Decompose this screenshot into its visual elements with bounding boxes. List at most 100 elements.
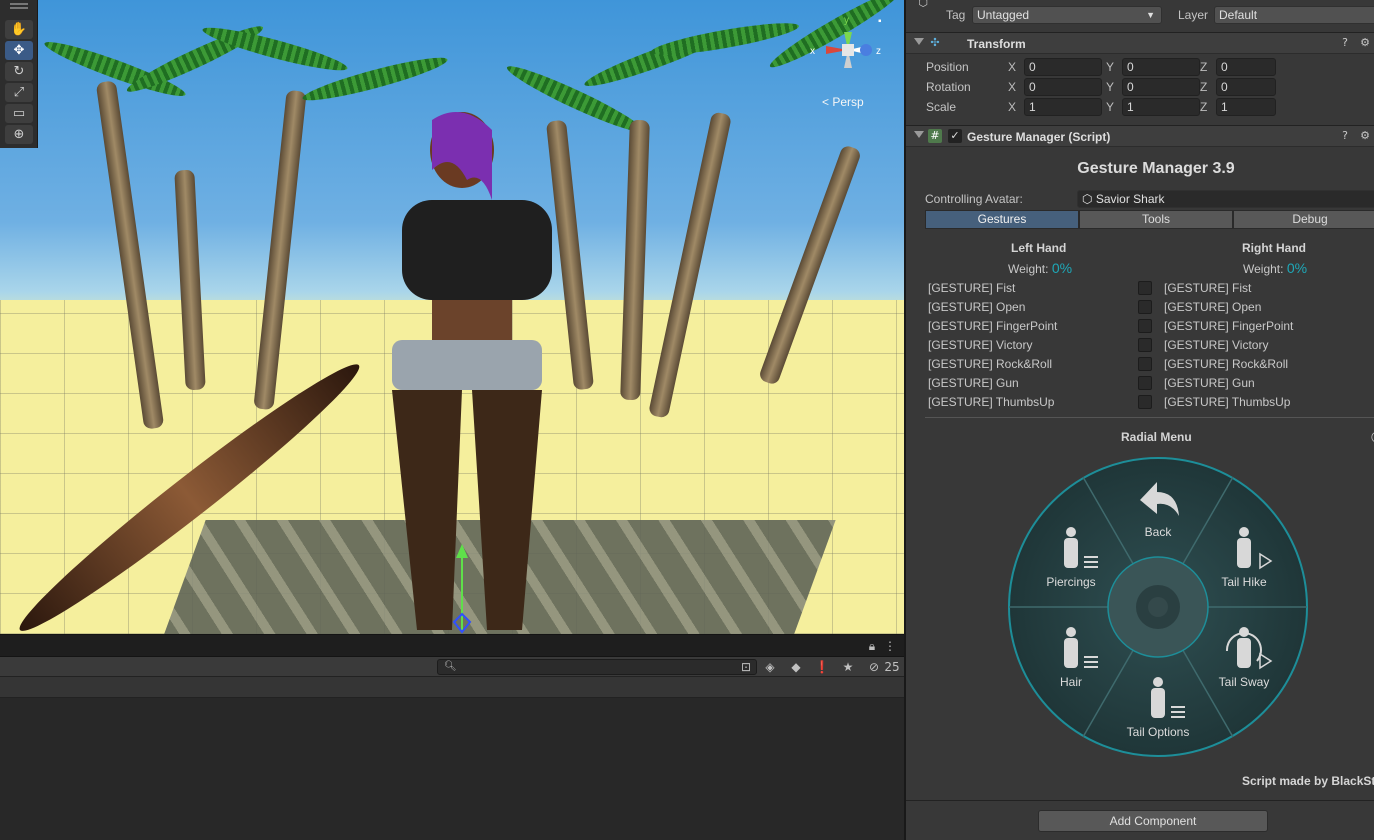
hand-tool-icon[interactable]: ✋ xyxy=(5,20,33,39)
radial-item-tail-hike[interactable]: Tail Hike xyxy=(1194,575,1294,589)
foldout-arrow-icon[interactable] xyxy=(914,131,924,138)
gesture-checkbox[interactable] xyxy=(1138,319,1152,333)
axis-label-z: Z xyxy=(1200,80,1208,94)
radial-item-hair[interactable]: Hair xyxy=(1021,675,1121,689)
avatar-object-icon: ⬡ xyxy=(1082,192,1093,206)
transform-title: Transform xyxy=(967,37,1026,51)
avatar-name: Savior Shark xyxy=(1095,192,1165,206)
transform-z-field[interactable]: 0 xyxy=(1216,58,1276,76)
gesture-checkbox[interactable] xyxy=(1138,395,1152,409)
move-handle[interactable] xyxy=(450,540,480,634)
projection-label[interactable]: < Persp xyxy=(822,95,864,109)
transform-header[interactable]: ✣ Transform ? ⚙ xyxy=(906,32,1374,54)
right-gesture-item[interactable]: [GESTURE] Fist xyxy=(1164,281,1251,295)
controlling-avatar-label: Controlling Avatar: xyxy=(925,192,1023,206)
radial-item-tail-sway[interactable]: Tail Sway xyxy=(1194,675,1294,689)
transform-y-field[interactable]: 1 xyxy=(1122,98,1200,116)
gesture-manager-header[interactable]: # ✓ Gesture Manager (Script) ? ⚙ xyxy=(906,125,1374,147)
right-weight: Weight: 0% xyxy=(1243,260,1307,276)
bottom-panel: 🔒︎ ⋮ 🔍︎ ⊡ ◈ ◆ ❗ ★ ⊘ 25 xyxy=(0,634,904,840)
left-gesture-item[interactable]: [GESTURE] Fist xyxy=(928,281,1015,295)
right-gesture-item[interactable]: [GESTURE] Victory xyxy=(1164,338,1268,352)
lock-icon[interactable]: 🔒︎ xyxy=(864,638,880,654)
move-tool-icon[interactable]: ✥ xyxy=(5,41,33,60)
radial-menu-title: Radial Menu xyxy=(1121,430,1192,444)
gesture-checkbox[interactable] xyxy=(1138,281,1152,295)
tab-debug[interactable]: Debug xyxy=(1233,210,1374,229)
axis-label-x: X xyxy=(1008,60,1017,74)
settings-icon[interactable]: ⚙ xyxy=(1358,129,1372,143)
transform-tool-icon[interactable]: ⊕ xyxy=(5,125,33,144)
settings-icon[interactable]: ⚙ xyxy=(1358,36,1372,50)
gesture-checkbox[interactable] xyxy=(1138,338,1152,352)
scene-view[interactable]: ✋ ✥ ↻ ⤢ ▭ ⊕ y x z ▪ < Persp xyxy=(0,0,904,634)
label-icon[interactable]: ◆ xyxy=(788,659,804,675)
scene-tool-palette: ✋ ✥ ↻ ⤢ ▭ ⊕ xyxy=(0,0,38,148)
filter-type-icon[interactable]: ◈ xyxy=(762,659,778,675)
left-gesture-item[interactable]: [GESTURE] ThumbsUp xyxy=(928,395,1054,409)
transform-row-label: Scale xyxy=(926,100,957,114)
kebab-menu-icon[interactable]: ⋮ xyxy=(882,638,898,654)
foldout-arrow-icon[interactable] xyxy=(914,38,924,45)
favorite-star-icon[interactable]: ★ xyxy=(840,659,856,675)
orientation-gizmo[interactable]: y x z ▪ xyxy=(808,10,888,90)
search-scope-icon[interactable]: ⊡ xyxy=(738,659,754,675)
right-gesture-item[interactable]: [GESTURE] FingerPoint xyxy=(1164,319,1293,333)
transform-x-field[interactable]: 0 xyxy=(1024,58,1102,76)
tag-value: Untagged xyxy=(977,8,1030,22)
transform-y-field[interactable]: 0 xyxy=(1122,58,1200,76)
left-gesture-item[interactable]: [GESTURE] Open xyxy=(928,300,1025,314)
hidden-count: 25 xyxy=(884,660,900,674)
rect-tool-icon[interactable]: ▭ xyxy=(5,104,33,123)
gesture-checkbox[interactable] xyxy=(1138,300,1152,314)
right-gesture-item[interactable]: [GESTURE] ThumbsUp xyxy=(1164,395,1290,409)
tab-gestures[interactable]: Gestures xyxy=(925,210,1079,229)
tag-dropdown[interactable]: Untagged ▼ xyxy=(972,6,1162,24)
transform-y-field[interactable]: 0 xyxy=(1122,78,1200,96)
layer-value: Default xyxy=(1219,8,1258,22)
radial-menu[interactable] xyxy=(1007,456,1309,758)
transform-z-field[interactable]: 1 xyxy=(1216,98,1276,116)
left-gesture-item[interactable]: [GESTURE] Rock&Roll xyxy=(928,357,1052,371)
drag-grip-icon[interactable] xyxy=(10,3,28,9)
gesture-checkbox[interactable] xyxy=(1138,376,1152,390)
transform-z-field[interactable]: 0 xyxy=(1216,78,1276,96)
gesture-checkbox[interactable] xyxy=(1138,357,1152,371)
help-icon[interactable]: ? xyxy=(1338,36,1352,50)
right-gesture-item[interactable]: [GESTURE] Gun xyxy=(1164,376,1255,390)
radial-options-icon[interactable]: ◯ xyxy=(1370,430,1374,444)
enabled-checkbox[interactable]: ✓ xyxy=(948,129,962,143)
lock-icon[interactable]: ▪ xyxy=(878,16,882,27)
left-weight-value: 0% xyxy=(1051,260,1073,276)
inspector-panel: ⬡ Tag Untagged ▼ Layer Default ✣ Transfo… xyxy=(904,0,1374,840)
right-gesture-item[interactable]: [GESTURE] Open xyxy=(1164,300,1261,314)
avatar-field[interactable]: ⬡ Savior Shark xyxy=(1077,190,1374,208)
scale-tool-icon[interactable]: ⤢ xyxy=(5,83,33,102)
radial-item-tail-options[interactable]: Tail Options xyxy=(1108,725,1208,739)
warning-icon[interactable]: ❗ xyxy=(814,659,830,675)
palm-frond xyxy=(123,19,267,99)
tab-tools[interactable]: Tools xyxy=(1079,210,1233,229)
layer-dropdown[interactable]: Default xyxy=(1214,6,1374,24)
gesture-manager-title: Gesture Manager 3.9 xyxy=(1077,160,1235,177)
search-input[interactable]: 🔍︎ xyxy=(437,659,757,675)
add-component-button[interactable]: Add Component xyxy=(1038,810,1268,832)
help-icon[interactable]: ? xyxy=(1338,129,1352,143)
divider xyxy=(925,417,1374,418)
left-gesture-item[interactable]: [GESTURE] Gun xyxy=(928,376,1019,390)
radial-item-back[interactable]: Back xyxy=(1108,525,1208,539)
transform-x-field[interactable]: 0 xyxy=(1024,78,1102,96)
left-gesture-item[interactable]: [GESTURE] FingerPoint xyxy=(928,319,1057,333)
right-gesture-item[interactable]: [GESTURE] Rock&Roll xyxy=(1164,357,1288,371)
rotate-tool-icon[interactable]: ↻ xyxy=(5,62,33,81)
left-weight-label: Weight: xyxy=(1008,262,1049,276)
radial-item-piercings[interactable]: Piercings xyxy=(1021,575,1121,589)
tag-label: Tag xyxy=(946,8,966,22)
palm-frond xyxy=(649,17,801,61)
transform-x-field[interactable]: 1 xyxy=(1024,98,1102,116)
search-icon: 🔍︎ xyxy=(444,661,457,672)
hidden-eye-icon[interactable]: ⊘ xyxy=(866,659,882,675)
left-hand-title: Left Hand xyxy=(1011,241,1067,255)
bottom-toolbar: 🔍︎ ⊡ ◈ ◆ ❗ ★ ⊘ 25 xyxy=(0,657,904,677)
left-gesture-item[interactable]: [GESTURE] Victory xyxy=(928,338,1032,352)
